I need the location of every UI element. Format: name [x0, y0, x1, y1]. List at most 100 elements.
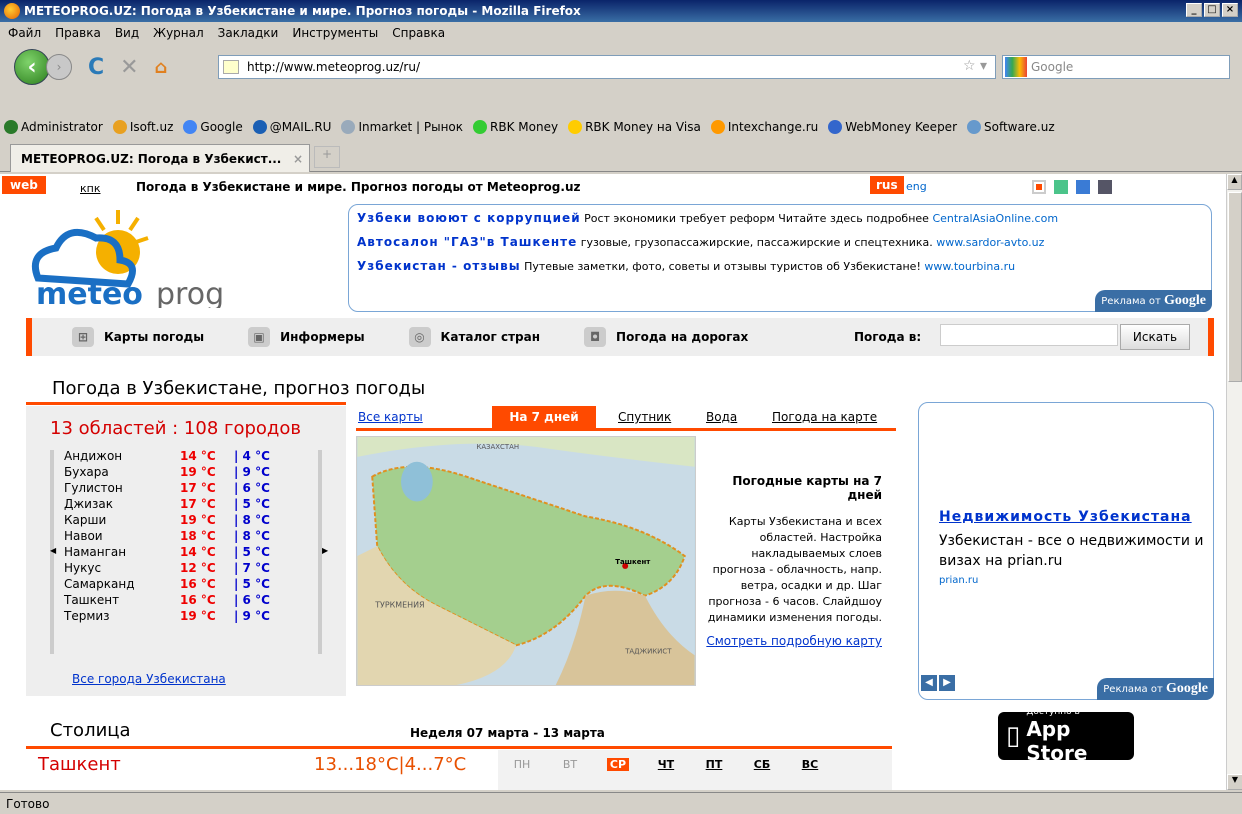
- tab-satellite[interactable]: Спутник: [618, 410, 671, 424]
- menu-file[interactable]: Файл: [8, 26, 41, 40]
- reload-icon[interactable]: C: [88, 55, 104, 80]
- all-cities-link[interactable]: Все города Узбекистана: [72, 672, 226, 686]
- ad-title[interactable]: Узбекистан - отзывы: [357, 259, 521, 273]
- menu-countries[interactable]: ◎ Каталог стран: [408, 327, 540, 347]
- scroll-down-icon[interactable]: ▼: [1227, 774, 1242, 790]
- regions-count[interactable]: 13 областей : 108 городов: [50, 418, 301, 439]
- car-icon: ◘: [584, 327, 607, 347]
- search-engine-icon[interactable]: [1005, 57, 1027, 77]
- menu-view[interactable]: Вид: [115, 26, 139, 40]
- table-row[interactable]: Термиз 19 °C | 9 °C: [64, 608, 270, 624]
- side-ad-url[interactable]: prian.ru: [939, 575, 978, 586]
- ad-url[interactable]: CentralAsiaOnline.com: [932, 212, 1058, 225]
- bookmark-item[interactable]: RBK Money: [473, 120, 558, 134]
- close-tab-icon[interactable]: ×: [293, 152, 303, 166]
- ad-title[interactable]: Автосалон "ГАЗ"в Ташкенте: [357, 235, 577, 249]
- appstore-badge[interactable]: ▯ Доступно в App Store: [998, 707, 1134, 765]
- forward-button[interactable]: ›: [46, 54, 72, 80]
- table-row[interactable]: Бухара 19 °C | 9 °C: [64, 464, 270, 480]
- capital-city[interactable]: Ташкент: [38, 754, 121, 775]
- bookmark-item[interactable]: Inmarket | Рынок: [341, 120, 463, 134]
- table-row[interactable]: Навои 18 °C | 8 °C: [64, 528, 270, 544]
- url-bar[interactable]: http://www.meteoprog.uz/ru/ ☆ ▾: [218, 55, 996, 79]
- lang-eng[interactable]: eng: [906, 180, 927, 193]
- menu-help[interactable]: Справка: [392, 26, 445, 40]
- ads-by-google[interactable]: Реклама от Google: [1097, 678, 1214, 700]
- side-ad-desc: Узбекистан - все о недвижимости и визах …: [939, 533, 1204, 569]
- table-row[interactable]: Карши 19 °C | 8 °C: [64, 512, 270, 528]
- search-box[interactable]: Google: [1002, 55, 1230, 79]
- city-search-input[interactable]: [940, 324, 1118, 346]
- table-row[interactable]: Андижон 14 °C | 4 °C: [64, 448, 270, 464]
- uzbekistan-map[interactable]: КАЗАХСТАН ТУРКМЕНИЯ ТАДЖИКИСТ Ташкент: [356, 436, 696, 686]
- minimize-button[interactable]: _: [1186, 3, 1202, 17]
- menu-history[interactable]: Журнал: [153, 26, 204, 40]
- menu-tools[interactable]: Инструменты: [292, 26, 378, 40]
- vertical-scrollbar[interactable]: ▲ ▼: [1226, 174, 1242, 790]
- table-row[interactable]: Гулистон 17 °C | 6 °C: [64, 480, 270, 496]
- stop-icon[interactable]: ✕: [120, 55, 138, 80]
- tab-7-days[interactable]: На 7 дней: [492, 406, 596, 428]
- day-thu[interactable]: ЧТ: [642, 758, 690, 771]
- maximize-button[interactable]: □: [1204, 3, 1220, 17]
- bookmark-item[interactable]: WebMoney Keeper: [828, 120, 957, 134]
- search-button[interactable]: Искать: [1120, 324, 1190, 350]
- scroll-thumb[interactable]: [1228, 192, 1242, 382]
- bookmark-item[interactable]: Isoft.uz: [112, 120, 173, 134]
- bookmark-item[interactable]: Intexchange.ru: [710, 120, 818, 134]
- theme-green[interactable]: [1054, 180, 1068, 194]
- bookmark-item[interactable]: Software.uz: [967, 120, 1055, 134]
- bookmark-item[interactable]: Administrator: [4, 120, 103, 134]
- ad-row: Узбеки воюют с коррупцией Рост экономики…: [357, 211, 1203, 225]
- tab-all-maps[interactable]: Все карты: [358, 410, 423, 424]
- tab-weather-on-map[interactable]: Погода на карте: [772, 410, 877, 424]
- meteoprog-logo[interactable]: meteo prog: [28, 208, 248, 308]
- tab-water[interactable]: Вода: [706, 410, 737, 424]
- theme-gray[interactable]: [1098, 180, 1112, 194]
- menu-informers[interactable]: ▣ Информеры: [248, 327, 365, 347]
- ad-url[interactable]: www.sardor-avto.uz: [936, 236, 1044, 249]
- day-fri[interactable]: ПТ: [690, 758, 738, 771]
- menu-weather-maps[interactable]: ⊞ Карты погоды: [72, 327, 204, 347]
- home-icon[interactable]: ⌂: [155, 57, 168, 78]
- lang-rus[interactable]: rus: [870, 176, 904, 194]
- table-row[interactable]: Джизак 17 °C | 5 °C: [64, 496, 270, 512]
- day-sat[interactable]: СБ: [738, 758, 786, 771]
- scroll-left-icon[interactable]: ◀: [50, 546, 56, 555]
- menu-roads[interactable]: ◘ Погода на дорогах: [584, 327, 748, 347]
- table-row[interactable]: Нукус 12 °C | 7 °C: [64, 560, 270, 576]
- table-row[interactable]: Самарканд 16 °C | 5 °C: [64, 576, 270, 592]
- bookmark-star-icon[interactable]: ☆ ▾: [963, 58, 987, 74]
- map-description: Карты Узбекистана и всех областей. Настр…: [707, 515, 882, 624]
- table-row[interactable]: Наманган 14 °C | 5 °C: [64, 544, 270, 560]
- window-title: METEOPROG.UZ: Погода в Узбекистане и мир…: [24, 4, 581, 18]
- theme-orange[interactable]: [1032, 180, 1046, 194]
- day-wed[interactable]: СР: [607, 758, 629, 771]
- prev-ad-icon[interactable]: ◀: [921, 675, 937, 691]
- web-badge[interactable]: web: [2, 176, 46, 194]
- ad-url[interactable]: www.tourbina.ru: [924, 260, 1015, 273]
- bookmark-item[interactable]: Google: [183, 120, 243, 134]
- menu-bookmarks[interactable]: Закладки: [218, 26, 279, 40]
- day-sun[interactable]: ВС: [786, 758, 834, 771]
- table-row[interactable]: Ташкент 16 °C | 6 °C: [64, 592, 270, 608]
- scroll-right-icon[interactable]: ▶: [322, 546, 328, 555]
- close-window-button[interactable]: ×: [1222, 3, 1238, 17]
- browser-tab[interactable]: METEOPROG.UZ: Погода в Узбекист... ×: [10, 144, 310, 172]
- pda-link[interactable]: кпк: [80, 182, 100, 195]
- menu-edit[interactable]: Правка: [55, 26, 101, 40]
- scroll-up-icon[interactable]: ▲: [1227, 174, 1242, 190]
- theme-blue[interactable]: [1076, 180, 1090, 194]
- map-icon: ⊞: [72, 327, 94, 347]
- bookmark-item[interactable]: RBK Money на Visa: [568, 120, 701, 134]
- back-button[interactable]: ‹: [14, 49, 50, 85]
- ads-by-google[interactable]: Реклама от Google: [1095, 290, 1212, 312]
- ad-title[interactable]: Узбеки воюют с коррупцией: [357, 211, 581, 225]
- tab-bar: METEOPROG.UZ: Погода в Узбекист... × +: [0, 142, 1242, 172]
- side-ad-title[interactable]: Недвижимость Узбекистана: [939, 509, 1192, 525]
- new-tab-button[interactable]: +: [314, 146, 340, 168]
- site-headline: Погода в Узбекистане и мире. Прогноз пог…: [136, 180, 581, 194]
- next-ad-icon[interactable]: ▶: [939, 675, 955, 691]
- bookmark-item[interactable]: @MAIL.RU: [252, 120, 331, 134]
- detailed-map-link[interactable]: Смотреть подробную карту: [706, 634, 882, 648]
